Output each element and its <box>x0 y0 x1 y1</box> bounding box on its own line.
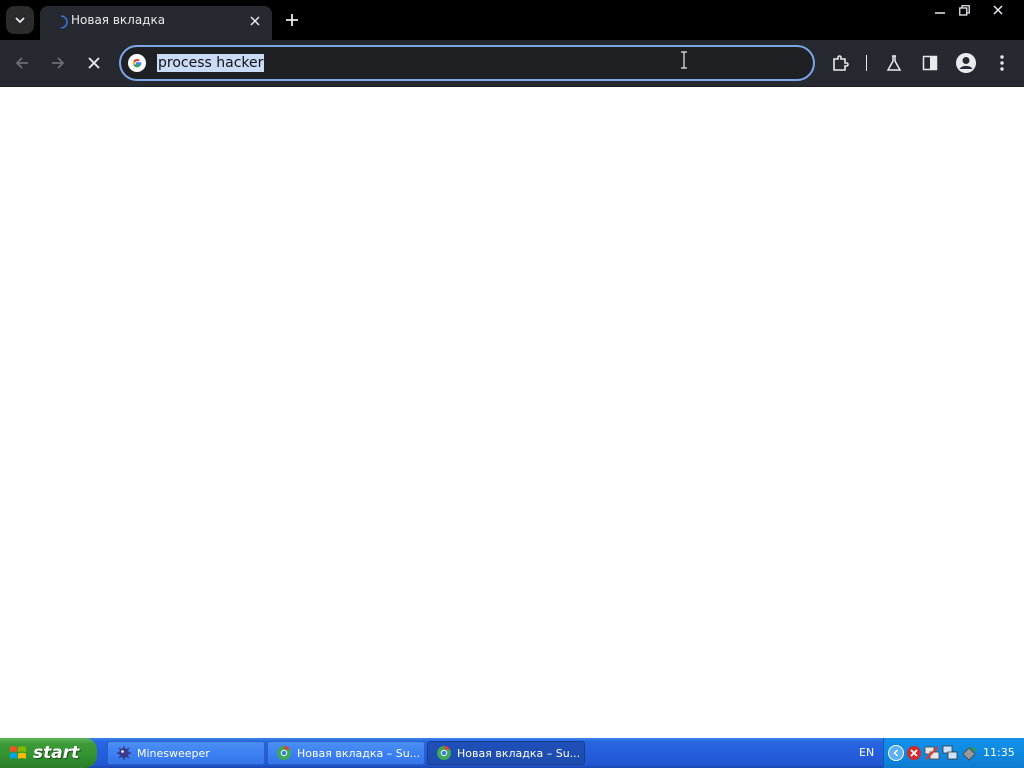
taskbar: start Minesweeper Новая вкладка – Su... … <box>0 738 1024 768</box>
tab-title: Новая вкладка <box>71 13 166 27</box>
tab-close-button[interactable] <box>246 12 264 30</box>
start-label: start <box>33 743 80 763</box>
taskbar-item-chrome[interactable]: Новая вкладка – Su... <box>267 741 425 765</box>
address-bar[interactable]: process hacker <box>119 45 815 81</box>
chrome-labs-button[interactable] <box>880 49 908 77</box>
taskbar-item-chrome-active[interactable]: Новая вкладка – Su... <box>427 741 585 765</box>
window-close-button[interactable] <box>976 1 1020 19</box>
close-icon <box>250 16 260 26</box>
forward-button[interactable] <box>44 49 72 77</box>
close-icon <box>993 5 1003 15</box>
close-icon <box>88 57 100 69</box>
restore-icon <box>958 4 970 16</box>
back-button[interactable] <box>8 49 36 77</box>
window-minimize-button[interactable] <box>928 1 952 19</box>
security-alert-icon[interactable] <box>906 745 922 761</box>
taskbar-item-minesweeper[interactable]: Minesweeper <box>107 741 265 765</box>
tab-strip: Новая вкладка <box>0 0 1024 40</box>
chevron-left-icon <box>893 749 898 757</box>
browser-window: Новая вкладка process hacker <box>0 0 1024 738</box>
address-bar-text[interactable]: process hacker <box>157 54 265 72</box>
taskbar-item-label: Новая вкладка – Su... <box>457 746 581 760</box>
puzzle-icon <box>833 55 849 71</box>
minimize-icon <box>935 12 945 14</box>
tab-active[interactable]: Новая вкладка <box>40 6 272 40</box>
window-restore-button[interactable] <box>952 1 976 19</box>
side-panel-icon <box>922 55 938 71</box>
extensions-button[interactable] <box>826 49 854 77</box>
taskbar-item-label: Minesweeper <box>137 746 210 760</box>
account-icon <box>956 53 976 73</box>
clock[interactable]: 11:35 <box>983 746 1015 759</box>
tray-expand-button[interactable] <box>888 745 904 761</box>
browser-toolbar: process hacker <box>0 40 1024 87</box>
language-indicator[interactable]: EN <box>859 746 874 759</box>
minesweeper-icon <box>117 746 131 760</box>
i-beam-cursor-icon <box>681 51 687 69</box>
flask-icon <box>886 55 902 71</box>
taskbar-item-label: Новая вкладка – Su... <box>297 746 421 760</box>
chrome-icon <box>277 745 291 760</box>
arrow-left-icon <box>15 57 28 69</box>
google-g-icon <box>128 54 146 72</box>
tab-search-button[interactable] <box>6 6 34 34</box>
new-tab-button[interactable] <box>281 9 303 31</box>
browser-menu-button[interactable] <box>988 49 1016 77</box>
chevron-down-icon <box>15 17 25 24</box>
kebab-menu-icon <box>1000 55 1004 71</box>
arrow-right-icon <box>52 57 65 69</box>
toolbar-separator <box>866 55 867 71</box>
safely-remove-hardware-icon[interactable] <box>961 745 977 761</box>
windows-logo-icon <box>10 746 26 759</box>
loading-spinner-icon <box>60 15 68 29</box>
network-alert-icon[interactable] <box>924 745 940 761</box>
page-content-area[interactable] <box>0 88 1024 738</box>
chrome-icon <box>437 745 451 760</box>
plus-icon <box>286 14 298 26</box>
network-connection-icon[interactable] <box>942 745 958 761</box>
side-panel-button[interactable] <box>916 49 944 77</box>
profile-button[interactable] <box>952 49 980 77</box>
system-tray: 11:35 <box>883 738 1024 768</box>
stop-loading-button[interactable] <box>80 49 108 77</box>
start-button[interactable]: start <box>0 738 97 768</box>
